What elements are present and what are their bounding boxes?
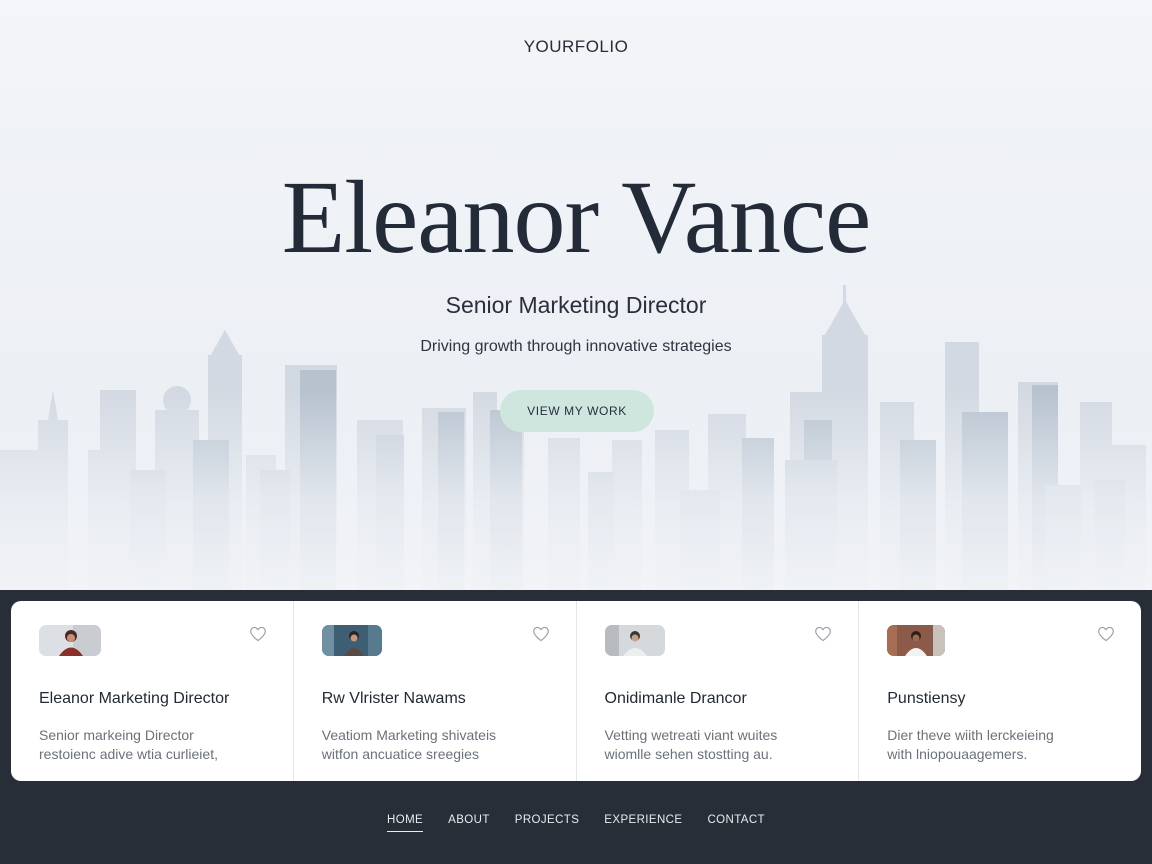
nav-item-experience[interactable]: EXPERIENCE [604, 814, 682, 832]
card-title: Rw Vlrister Nawams [321, 690, 466, 707]
portfolio-card[interactable]: Punstiensy Dier theve wiith lerckeieing … [859, 601, 1141, 781]
card-thumbnail[interactable] [321, 625, 382, 656]
hero-section: YOURFOLIO Eleanor Vance Senior Marketing… [0, 0, 1152, 590]
heart-icon[interactable] [532, 626, 550, 642]
card-description: Senior markeing Director restoienc adive… [39, 726, 289, 764]
card-desc-line: restoienc adive wtia curlieiet, [39, 746, 218, 762]
card-desc-line: witfon ancuatice sreegies [321, 746, 479, 762]
card-desc-line: Senior markeing Director [39, 727, 194, 743]
card-description: Vetting wetreati viant wuites wiomlle se… [605, 726, 855, 764]
hero-name: Eleanor Vance [281, 160, 872, 275]
card-thumbnail[interactable] [39, 625, 101, 656]
card-title: Eleanor Marketing Director [39, 690, 230, 707]
card-desc-line: Veatiom Marketing shivateis [321, 727, 497, 743]
nav-item-projects[interactable]: PROJECTS [515, 814, 580, 832]
brand-logo[interactable]: YOURFOLIO [0, 37, 1152, 57]
portfolio-card[interactable]: Rw Vlrister Nawams Veatiom Marketing shi… [294, 601, 577, 781]
nav-item-about[interactable]: ABOUT [448, 814, 490, 832]
heart-icon[interactable] [814, 626, 832, 642]
heart-icon[interactable] [1097, 626, 1115, 642]
portfolio-card[interactable]: Onidimanle Drancor Vetting wetreati vian… [577, 601, 860, 781]
hero-tagline: Driving growth through innovative strate… [420, 338, 732, 355]
card-desc-line: wiomlle sehen stostting au. [604, 746, 773, 762]
nav-item-contact[interactable]: CONTACT [707, 814, 765, 832]
card-desc-line: with lniopouaagemers. [887, 746, 1028, 762]
view-my-work-button[interactable]: VIEW MY WORK [500, 390, 654, 432]
card-title: Onidimanle Drancor [604, 690, 747, 707]
card-thumbnail[interactable] [887, 625, 946, 656]
card-thumbnail[interactable] [604, 625, 665, 656]
card-desc-line: Vetting wetreati viant wuites [604, 727, 778, 743]
card-desc-line: Dier theve wiith lerckeieing [887, 727, 1054, 743]
nav-item-home[interactable]: HOME [387, 814, 424, 832]
cards-strip: Eleanor Marketing Director Senior markei… [11, 601, 1141, 781]
hero-title: Senior Marketing Director [445, 292, 707, 318]
heart-icon[interactable] [249, 626, 267, 642]
card-title: Punstiensy [887, 690, 966, 707]
card-description: Veatiom Marketing shivateis witfon ancua… [322, 726, 572, 764]
footer-nav: HOME ABOUT PROJECTS EXPERIENCE CONTACT [0, 814, 1152, 832]
portfolio-card[interactable]: Eleanor Marketing Director Senior markei… [11, 601, 294, 781]
card-description: Dier theve wiith lerckeieing with lniopo… [887, 726, 1137, 764]
